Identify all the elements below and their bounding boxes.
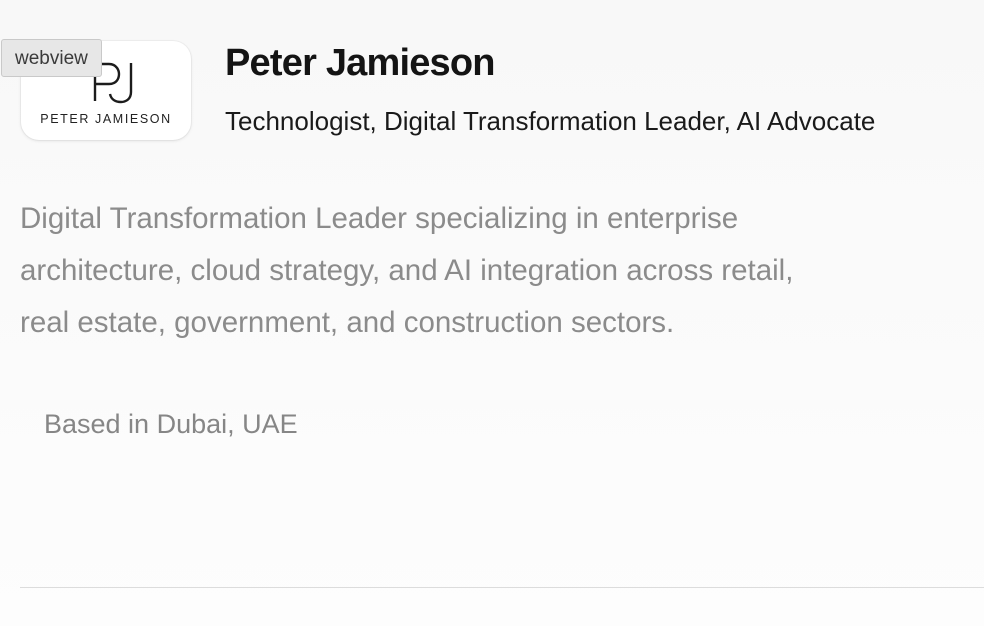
profile-bio: Digital Transformation Leader specializi… xyxy=(20,193,940,349)
section-divider xyxy=(20,587,984,588)
profile-name: Peter Jamieson xyxy=(225,42,496,84)
profile-subtitle: Technologist, Digital Transformation Lea… xyxy=(225,106,876,136)
profile-location: Based in Dubai, UAE xyxy=(44,409,298,439)
bio-line: Digital Transformation Leader specializi… xyxy=(20,202,739,235)
logo-wordmark: PETER JAMIESON xyxy=(40,112,172,126)
bio-line: architecture, cloud strategy, and AI int… xyxy=(20,254,794,287)
webview-debug-label: webview xyxy=(1,39,102,77)
bio-line: real estate, government, and constructio… xyxy=(20,306,675,339)
